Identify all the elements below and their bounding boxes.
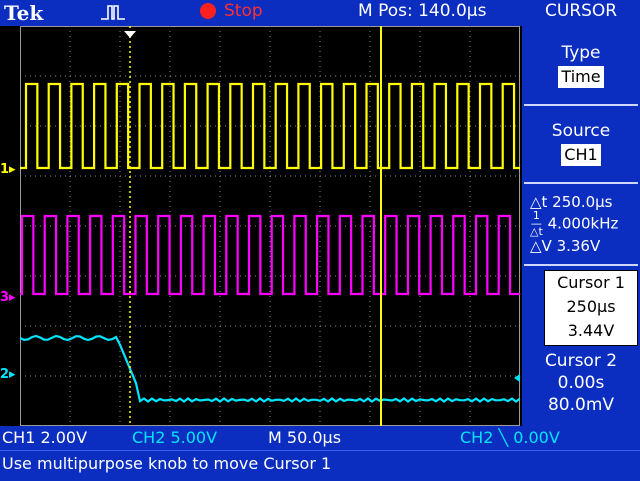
cursor2-time: 0.00s bbox=[557, 373, 605, 393]
timebase: M 50.0µs bbox=[268, 428, 342, 447]
source-label: Source bbox=[551, 121, 611, 141]
ch3-ground-marker[interactable]: 3▸ bbox=[0, 290, 16, 305]
brand-logo: Tek bbox=[4, 1, 44, 25]
menu-divider bbox=[524, 182, 638, 184]
ch2-scale: CH2 5.00V bbox=[132, 428, 218, 447]
scale-bar: CH1 2.00V CH2 5.00V M 50.0µs CH2 ╲ 0.00V bbox=[0, 426, 640, 450]
source-value: CH1 bbox=[561, 144, 601, 166]
run-state: Stop bbox=[224, 1, 263, 21]
graticule bbox=[19, 26, 521, 426]
cursor2-volts: 80.0mV bbox=[547, 395, 615, 415]
stop-indicator-icon bbox=[200, 3, 216, 19]
cursor2-menu-button[interactable]: Cursor 2 0.00s 80.0mV bbox=[522, 350, 640, 416]
top-bar: Tek Stop M Pos: 140.0µs CURSOR bbox=[0, 0, 640, 26]
type-menu-button[interactable]: Type Time bbox=[522, 42, 640, 88]
cursor1-volts: 3.44V bbox=[567, 321, 615, 340]
status-message: Use multipurpose knob to move Cursor 1 bbox=[2, 454, 332, 473]
cursor1-menu-button[interactable]: Cursor 1 250µs 3.44V bbox=[544, 270, 638, 346]
horizontal-position: M Pos: 140.0µs bbox=[358, 1, 487, 21]
menu-divider bbox=[524, 104, 638, 106]
cursor-readouts: △t 250.0µs 1— △t 4.000kHz △V 3.36V bbox=[522, 192, 640, 256]
cursor1-title: Cursor 1 bbox=[557, 273, 625, 292]
trigger-pulse-icon bbox=[101, 5, 125, 20]
trigger-readout: CH2 ╲ 0.00V bbox=[460, 428, 560, 447]
menu-divider bbox=[524, 264, 638, 266]
ch1-ground-marker[interactable]: 1▸ bbox=[0, 162, 16, 177]
menu-title: CURSOR bbox=[545, 1, 618, 21]
waveform-display bbox=[19, 26, 521, 426]
type-label: Type bbox=[561, 43, 601, 63]
status-bar: Use multipurpose knob to move Cursor 1 bbox=[0, 450, 640, 481]
ch1-scale: CH1 2.00V bbox=[2, 428, 88, 447]
type-value: Time bbox=[558, 66, 604, 88]
delta-volts-readout: △V 3.36V bbox=[530, 237, 601, 255]
cursor2-title: Cursor 2 bbox=[544, 351, 618, 371]
cursor1-time: 250µs bbox=[566, 297, 616, 316]
ch2-ground-marker[interactable]: 2▸ bbox=[0, 367, 16, 382]
inverse-delta-time-readout: 1— △t 4.000kHz bbox=[530, 209, 619, 238]
source-menu-button[interactable]: Source CH1 bbox=[522, 120, 640, 166]
